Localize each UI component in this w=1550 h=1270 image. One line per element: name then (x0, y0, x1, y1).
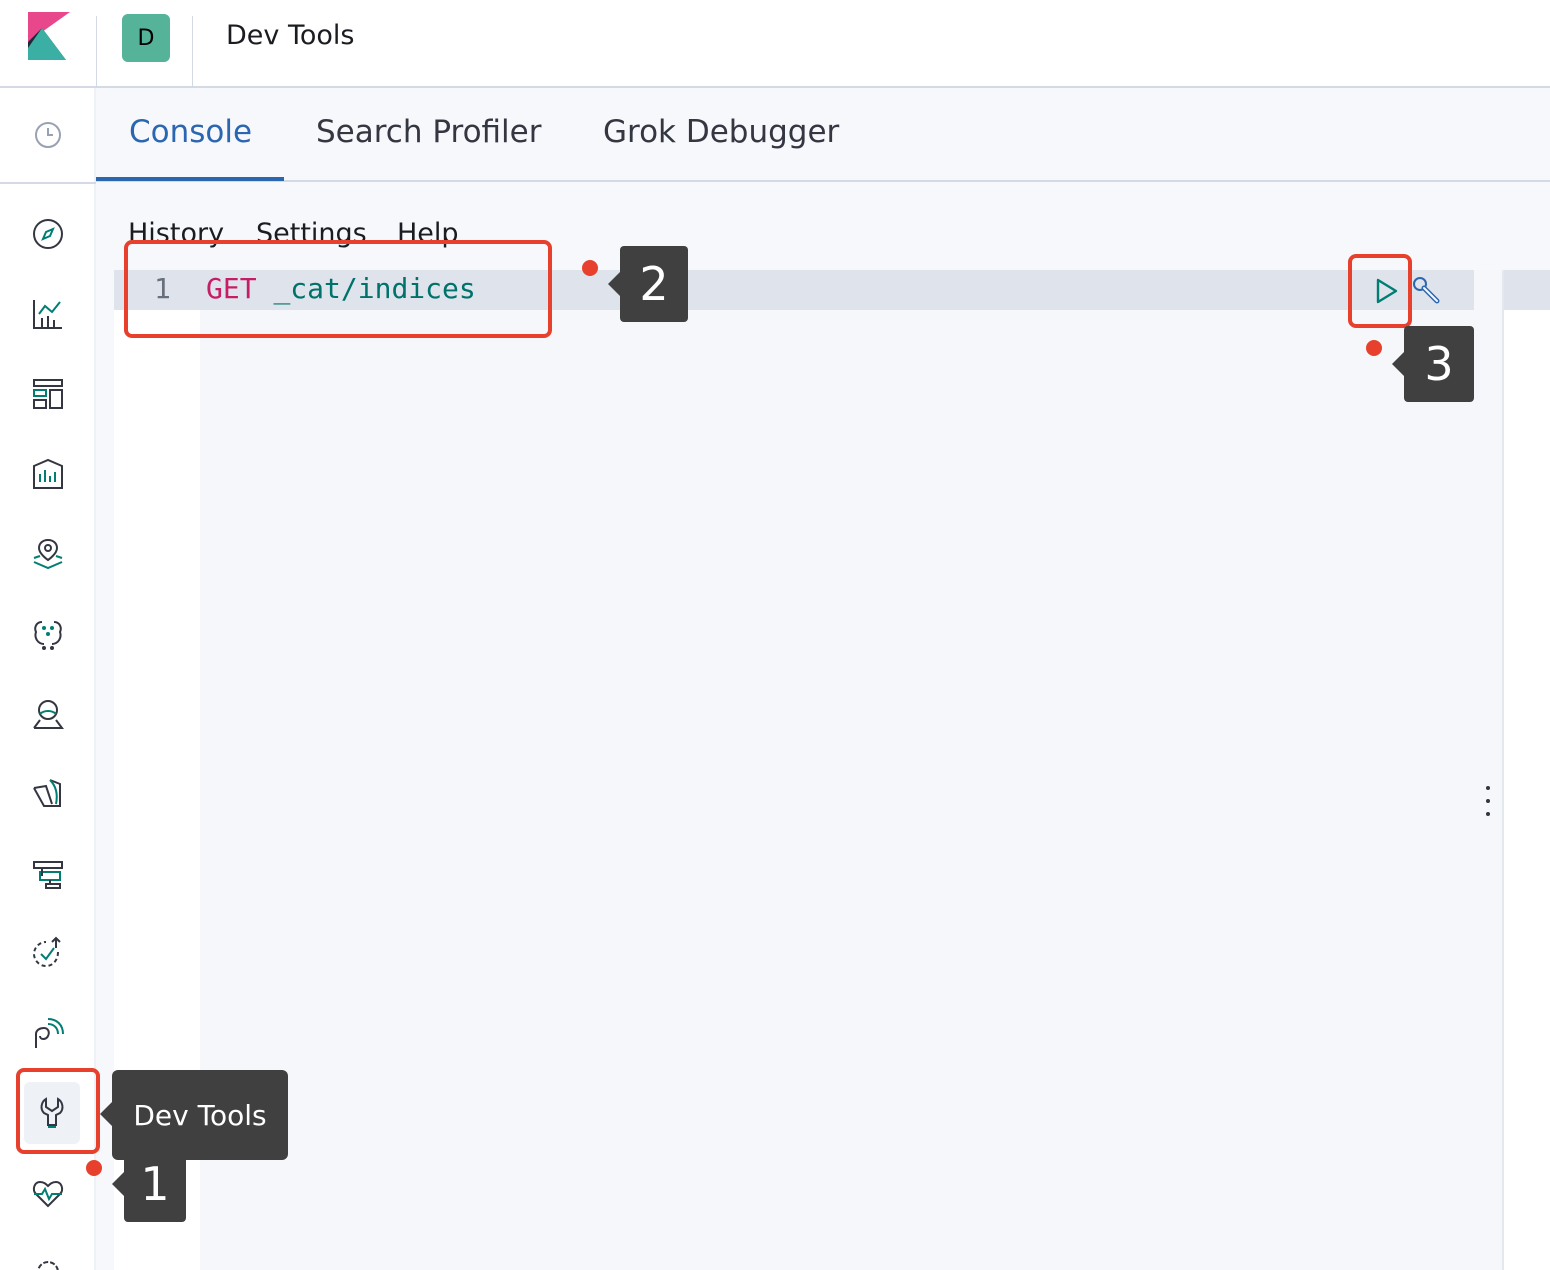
kibana-logo-icon[interactable] (28, 12, 70, 60)
sidebar-item-monitoring[interactable] (24, 1170, 72, 1218)
active-tab-indicator (96, 177, 284, 181)
sidebar-item-security[interactable] (24, 690, 72, 738)
annotation-callout-3: 3 (1392, 326, 1474, 402)
recently-viewed-button[interactable] (0, 88, 96, 184)
space-avatar[interactable]: D (122, 14, 170, 62)
sidebar-item-uptime[interactable] (24, 930, 72, 978)
tab-search-profiler[interactable]: Search Profiler (316, 114, 542, 150)
chart-icon (33, 300, 62, 329)
sidebar-item-logs[interactable] (24, 770, 72, 818)
header-divider (96, 16, 97, 88)
clock-icon (35, 122, 61, 148)
sidebar-item-machine-learning[interactable] (24, 610, 72, 658)
canvas-icon (33, 458, 63, 489)
tab-console[interactable]: Console (129, 114, 252, 150)
sidebar-item-canvas[interactable] (24, 450, 72, 498)
uptime-icon (32, 936, 61, 968)
annotation-highlight-3 (1348, 254, 1412, 328)
annotation-dot-2 (582, 260, 598, 276)
page-title: Dev Tools (226, 20, 355, 51)
response-panel (1504, 270, 1550, 1270)
top-header: D Dev Tools (0, 0, 1550, 88)
graph-icon (35, 1018, 64, 1048)
annotation-callout-1: 1 (112, 1146, 186, 1222)
sidebar-item-visualize[interactable] (24, 290, 72, 338)
resize-handle[interactable] (1483, 786, 1493, 816)
annotation-dot-3 (1366, 340, 1382, 356)
sidebar-item-management[interactable] (24, 1248, 72, 1270)
annotation-callout-2: 2 (608, 246, 688, 322)
dev-tools-tabs: Console Search Profiler Grok Debugger (96, 88, 1550, 182)
security-icon (33, 700, 64, 729)
dashboard-icon (33, 379, 63, 409)
apm-icon (33, 861, 63, 889)
sidebar-item-apm[interactable] (24, 850, 72, 898)
sidebar-item-maps[interactable] (24, 530, 72, 578)
sidebar-item-dashboard[interactable] (24, 370, 72, 418)
sidebar-item-discover[interactable] (24, 210, 72, 258)
heartbeat-icon (32, 1180, 64, 1208)
response-line-highlight (1504, 270, 1550, 310)
tab-grok-debugger[interactable]: Grok Debugger (603, 114, 839, 150)
request-editor[interactable] (114, 270, 1504, 1270)
machine-learning-icon (34, 621, 62, 650)
wrench-icon (1413, 277, 1440, 304)
map-pin-icon (33, 538, 63, 570)
annotation-highlight-2 (124, 240, 552, 338)
gear-icon (37, 1261, 59, 1270)
request-options-button[interactable] (1410, 274, 1444, 308)
logs-icon (33, 779, 61, 807)
header-divider (192, 16, 193, 88)
compass-icon (33, 219, 63, 249)
annotation-dot-1 (86, 1160, 102, 1176)
sidebar-item-graph[interactable] (24, 1010, 72, 1058)
annotation-highlight-1 (16, 1068, 100, 1154)
